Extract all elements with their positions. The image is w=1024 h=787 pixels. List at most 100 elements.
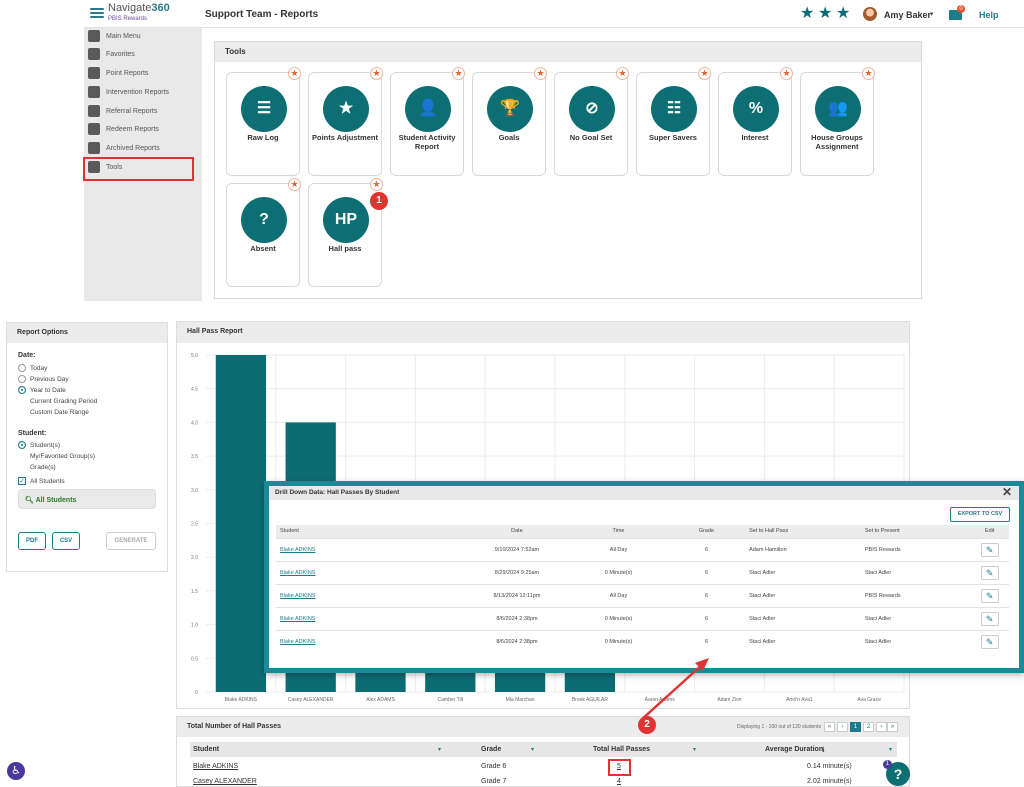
student-option-my-favorited-group-s-[interactable]: My/Favorited Group(s) [30, 451, 95, 461]
tool-tile-interest[interactable]: % Interest ★ [718, 67, 793, 176]
student-link[interactable]: Blake ADKINS [280, 593, 315, 599]
date-option-current-grading-period[interactable]: Current Grading Period [30, 396, 97, 406]
table-cell: Staci Adler [745, 629, 861, 653]
avg-duration-column-header[interactable]: Average Duration [765, 746, 823, 753]
favorite-star-icon[interactable]: ★ [288, 178, 301, 191]
tool-tile-super-savers[interactable]: ☷ Super Savers ★ [636, 67, 711, 176]
sort-icon[interactable]: ▾ [438, 746, 441, 753]
all-students-selector[interactable]: 🔍︎ All Students [18, 489, 156, 509]
prev-page-icon[interactable]: ‹ [837, 722, 848, 732]
date-option-custom-date-range[interactable]: Custom Date Range [30, 407, 89, 417]
edit-pencil-icon[interactable]: ✎ [980, 542, 999, 557]
next-page-icon[interactable]: › [876, 722, 887, 732]
y-tick-label: 1.0 [191, 623, 198, 629]
table-cell: 0 Minute(s) [569, 629, 668, 653]
drill-down-column-header: Set to Present [860, 525, 971, 538]
generate-button[interactable]: GENERATE [106, 532, 156, 550]
sidebar-item-favorites[interactable]: Favorites [88, 46, 198, 62]
all-students-checkbox[interactable]: ✓ All Students [18, 476, 65, 486]
table-cell: ✎ [970, 629, 1009, 653]
edit-pencil-icon[interactable]: ✎ [980, 588, 999, 603]
close-icon[interactable]: ✕ [1002, 486, 1012, 498]
student-link[interactable]: Blake ADKINS [280, 639, 315, 645]
tool-tile-raw-log[interactable]: ☰ Raw Log ★ [226, 67, 301, 176]
table-cell: All Day [609, 546, 628, 553]
sidebar-item-point-reports[interactable]: Point Reports [88, 65, 198, 81]
favorite-star-icon[interactable]: ★ [616, 67, 629, 80]
sidebar-item-label: Referral Reports [106, 107, 158, 115]
favorite-star-icon[interactable]: ★ [452, 67, 465, 80]
tool-gear-icon: 🏆 [491, 90, 529, 128]
table-cell: All Day [609, 592, 628, 599]
student-link[interactable]: Blake ADKINS [193, 763, 238, 770]
sidebar-item-archived-reports[interactable]: Archived Reports [88, 140, 198, 156]
export-csv-button[interactable]: EXPORT TO CSV [950, 507, 1010, 522]
grade-column-header[interactable]: Grade [481, 746, 501, 753]
last-page-icon[interactable]: » [887, 722, 898, 732]
page-2-button[interactable]: 2 [863, 722, 874, 732]
help-link[interactable]: Help [979, 10, 999, 20]
student-link[interactable]: Blake ADKINS [280, 547, 315, 553]
sidebar-item-label: Archived Reports [106, 144, 160, 152]
table-cell: 8/6/2024 2:38pm [464, 606, 570, 630]
student-column-header[interactable]: Student [193, 746, 219, 753]
student-link[interactable]: Blake ADKINS [280, 616, 315, 622]
user-avatar[interactable] [863, 7, 877, 21]
total-hall-passes-link[interactable]: 4 [617, 778, 621, 785]
brand-number: 360 [151, 2, 170, 14]
history-icon [88, 142, 100, 154]
favorite-star-icon[interactable]: ★ [370, 178, 383, 191]
first-page-icon[interactable]: « [824, 722, 835, 732]
x-tick-label: Adam Zion [717, 697, 741, 703]
sort-icon[interactable]: ▾ [889, 746, 892, 753]
table-cell: ✎ [970, 560, 1009, 584]
pdf-button[interactable]: PDF [18, 532, 46, 550]
checkbox-checked-icon: ✓ [18, 477, 26, 485]
y-tick-label: 0.5 [191, 656, 198, 662]
favorite-star-icon[interactable]: ★ [862, 67, 875, 80]
info-icon[interactable]: ℹ [822, 746, 825, 754]
sidebar-item-label: Intervention Reports [106, 88, 170, 96]
total-column-header[interactable]: Total Hall Passes [593, 746, 650, 753]
tool-tile-absent[interactable]: ? Absent ★ [226, 178, 301, 287]
sort-icon[interactable]: ▾ [693, 746, 696, 753]
favorite-star-icon[interactable]: ★ [534, 67, 547, 80]
tool-tile-house-groups-assignment[interactable]: 👥 House Groups Assignment ★ [800, 67, 875, 176]
user-name[interactable]: Amy Baker [884, 10, 931, 20]
student-option-grade-s-[interactable]: Grade(s) [30, 462, 56, 472]
student-link[interactable]: Casey ALEXANDER [193, 778, 257, 785]
brand-subtitle: PBIS Rewards [108, 16, 148, 22]
edit-pencil-icon[interactable]: ✎ [980, 634, 999, 649]
favorite-star-icon[interactable]: ★ [370, 67, 383, 80]
student-option-label: My/Favorited Group(s) [30, 452, 96, 460]
sidebar-item-main-menu[interactable]: Main Menu [88, 28, 198, 44]
edit-pencil-icon[interactable]: ✎ [980, 611, 999, 626]
date-option-year-to-date[interactable]: Year to Date [18, 385, 66, 395]
student-link[interactable]: Blake ADKINS [280, 570, 315, 576]
hamburger-menu-icon[interactable] [90, 6, 104, 20]
tool-tile-student-activity-report[interactable]: 👤 Student Activity Report ★ [390, 67, 465, 176]
favorite-star-icon[interactable]: ★ [780, 67, 793, 80]
sidebar-item-referral-reports[interactable]: Referral Reports [88, 103, 198, 119]
caret-down-icon[interactable]: ▾ [930, 10, 934, 18]
page-1-button[interactable]: 1 [850, 722, 861, 732]
sort-icon[interactable]: ▾ [531, 746, 534, 753]
date-option-previous-day[interactable]: Previous Day [18, 374, 69, 384]
help-badge: 1 [883, 760, 892, 769]
tool-tile-points-adjustment[interactable]: ★ Points Adjustment ★ [308, 67, 383, 176]
table-cell: Staci Adler [745, 583, 861, 607]
student-option-student-s-[interactable]: Student(s) [18, 440, 60, 450]
tool-tile-no-goal-set[interactable]: ⊘ No Goal Set ★ [554, 67, 629, 176]
table-cell: PBIS Rewards [864, 592, 901, 599]
favorite-star-icon[interactable]: ★ [288, 67, 301, 80]
sidebar-item-redeem-reports[interactable]: Redeem Reports [88, 121, 198, 137]
favorite-star-icon[interactable]: ★ [698, 67, 711, 80]
csv-button[interactable]: CSV [52, 532, 80, 550]
edit-pencil-icon[interactable]: ✎ [980, 565, 999, 580]
table-cell: Blake ADKINS [276, 583, 465, 607]
date-option-today[interactable]: Today [18, 363, 47, 373]
tool-tile-goals[interactable]: 🏆 Goals ★ [472, 67, 547, 176]
brand-logo: Navigate360 [108, 3, 170, 14]
accessibility-icon[interactable]: ♿︎ [7, 762, 25, 780]
sidebar-item-intervention-reports[interactable]: Intervention Reports [88, 84, 198, 100]
